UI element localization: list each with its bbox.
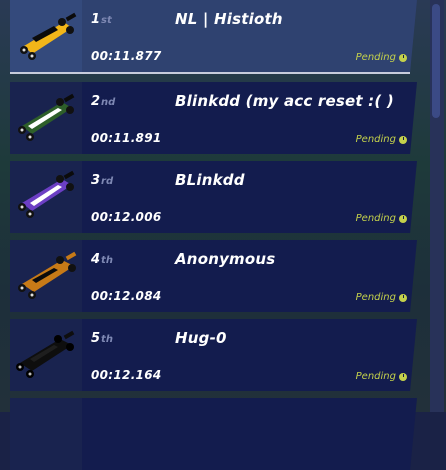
race-time: 00:11.891 bbox=[91, 131, 162, 145]
car-thumbnail bbox=[10, 319, 82, 391]
rank: 3rd bbox=[91, 173, 114, 188]
car-thumbnail bbox=[10, 0, 82, 72]
leaderboard-row[interactable]: 5th Hug-0 00:12.164 Pending bbox=[10, 319, 417, 391]
car-icon bbox=[18, 93, 75, 141]
race-time: 00:12.006 bbox=[91, 210, 162, 224]
status-badge: Pending bbox=[356, 292, 407, 303]
car-icon bbox=[20, 12, 77, 60]
rank: 2nd bbox=[91, 94, 116, 109]
leaderboard-row[interactable]: 2nd Blinkdd (my acc reset :( ) 00:11.891… bbox=[10, 82, 417, 154]
selected-underline bbox=[10, 72, 410, 74]
race-time: 00:11.877 bbox=[91, 49, 162, 63]
car-thumbnail bbox=[10, 82, 82, 154]
car-icon bbox=[16, 330, 75, 378]
status-badge: Pending bbox=[356, 134, 407, 145]
scrollbar-thumb[interactable] bbox=[432, 4, 440, 118]
player-name: Anonymous bbox=[175, 250, 276, 268]
leaderboard-row[interactable]: 4th Anonymous 00:12.084 Pending bbox=[10, 240, 417, 312]
player-name: NL | Histioth bbox=[175, 10, 283, 28]
player-name: Blinkdd (my acc reset :( ) bbox=[175, 92, 394, 110]
leaderboard-row[interactable]: 3rd BLinkdd 00:12.006 Pending bbox=[10, 161, 417, 233]
clock-icon bbox=[399, 372, 407, 381]
rank: 5th bbox=[91, 331, 113, 346]
rank: 4th bbox=[91, 252, 113, 267]
race-time: 00:12.084 bbox=[91, 289, 162, 303]
car-icon bbox=[18, 251, 77, 299]
leaderboard-row[interactable]: 1st NL | Histioth 00:11.877 Pending bbox=[10, 0, 417, 72]
race-time: 00:12.164 bbox=[91, 368, 162, 382]
rank: 1st bbox=[91, 12, 112, 27]
leaderboard-row[interactable] bbox=[10, 398, 417, 470]
car-thumbnail bbox=[10, 240, 82, 312]
car-thumbnail bbox=[10, 161, 82, 233]
clock-icon bbox=[399, 214, 407, 223]
status-badge: Pending bbox=[356, 213, 407, 224]
car-thumbnail bbox=[10, 398, 82, 470]
status-badge: Pending bbox=[356, 371, 407, 382]
clock-icon bbox=[399, 135, 407, 144]
scrollbar[interactable] bbox=[430, 0, 444, 412]
player-name: Hug-0 bbox=[175, 329, 227, 347]
leaderboard-list: 1st NL | Histioth 00:11.877 Pending 2nd … bbox=[10, 0, 417, 470]
player-name: BLinkdd bbox=[175, 171, 245, 189]
clock-icon bbox=[399, 53, 407, 62]
status-badge: Pending bbox=[356, 52, 407, 63]
car-icon bbox=[18, 170, 75, 218]
clock-icon bbox=[399, 293, 407, 302]
